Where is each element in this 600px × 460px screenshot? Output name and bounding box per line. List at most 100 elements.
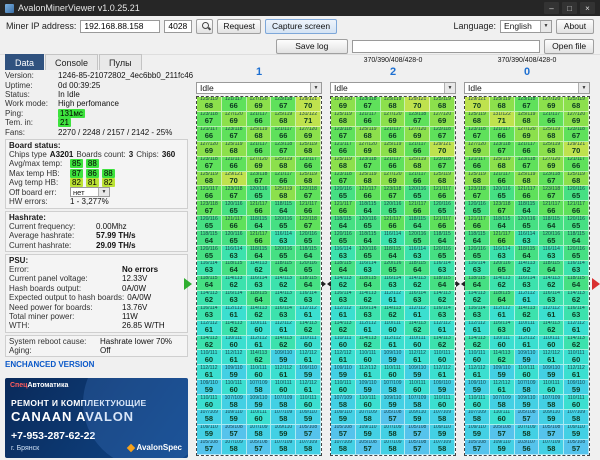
chip-cell[interactable]: 116/11463 — [197, 306, 222, 321]
chip-cell[interactable]: 114/11362 — [222, 276, 247, 291]
chip-cell[interactable]: 114/11362 — [271, 276, 296, 291]
chip-cell[interactable]: 116/11463 — [271, 306, 296, 321]
chip-cell[interactable]: 110/11160 — [430, 395, 455, 410]
chip-cell[interactable]: 112/11261 — [564, 365, 589, 380]
chip-cell[interactable]: 112/11261 — [564, 321, 589, 336]
chip-cell[interactable]: 112/11261 — [296, 306, 321, 321]
chip-cell[interactable]: 109/11059 — [222, 365, 247, 380]
chip-cell[interactable]: 121/11766 — [381, 216, 406, 231]
chip-cell[interactable]: 107/10958 — [222, 395, 247, 410]
chip-cell[interactable]: 116/11463 — [356, 306, 381, 321]
chip-cell[interactable]: 109/11059 — [356, 380, 381, 395]
chip-cell[interactable]: 127/12069 — [331, 97, 356, 112]
chip-cell[interactable]: 118/11564 — [197, 231, 222, 246]
chip-cell[interactable]: 118/11564 — [247, 291, 272, 306]
chip-cell[interactable]: 121/11766 — [222, 216, 247, 231]
chip-cell[interactable]: 107/10958 — [490, 395, 515, 410]
chip-cell[interactable]: 116/11463 — [247, 276, 272, 291]
chip-cell[interactable]: 107/10958 — [271, 440, 296, 455]
chip-cell[interactable]: 109/11059 — [539, 410, 564, 425]
chip-cell[interactable]: 123/11867 — [465, 186, 490, 201]
chip-cell[interactable]: 116/11463 — [405, 291, 430, 306]
chip-cell[interactable]: 114/11362 — [405, 321, 430, 336]
chip-cell[interactable]: 110/11160 — [271, 380, 296, 395]
chip-cell[interactable]: 127/12069 — [381, 172, 406, 187]
tab-console[interactable]: Console — [45, 54, 98, 70]
chip-cell[interactable]: 120/11665 — [564, 186, 589, 201]
chip-cell[interactable]: 121/11766 — [539, 112, 564, 127]
chip-cell[interactable]: 116/11463 — [222, 246, 247, 261]
chip-cell[interactable]: 109/11059 — [490, 365, 515, 380]
chip-cell[interactable]: 105/10857 — [465, 440, 490, 455]
chip-cell[interactable]: 109/11059 — [356, 425, 381, 440]
chip-cell[interactable]: 110/11160 — [247, 410, 272, 425]
chip-cell[interactable]: 116/11463 — [381, 276, 406, 291]
about-button[interactable]: About — [556, 19, 594, 34]
chip-cell[interactable]: 110/11160 — [564, 350, 589, 365]
chip-cell[interactable]: 116/11463 — [356, 261, 381, 276]
chip-cell[interactable]: 105/10857 — [381, 410, 406, 425]
chip-cell[interactable]: 107/10958 — [515, 425, 540, 440]
chip-cell[interactable]: 125/11968 — [539, 127, 564, 142]
chip-cell[interactable]: 121/11766 — [296, 157, 321, 172]
ip-input[interactable] — [80, 20, 160, 33]
chip-cell[interactable]: 109/11059 — [247, 395, 272, 410]
chip-cell[interactable]: 107/10958 — [430, 410, 455, 425]
chip-cell[interactable]: 112/11261 — [331, 306, 356, 321]
chip-cell[interactable]: 109/11059 — [381, 350, 406, 365]
chip-cell[interactable]: 118/11564 — [564, 276, 589, 291]
chip-cell[interactable]: 107/10958 — [381, 380, 406, 395]
chip-cell[interactable]: 121/11766 — [331, 201, 356, 216]
chip-cell[interactable]: 123/11867 — [381, 186, 406, 201]
chip-cell[interactable]: 116/11463 — [515, 276, 540, 291]
chip-cell[interactable]: 107/10958 — [197, 410, 222, 425]
grid-nav-right-icon[interactable] — [322, 281, 326, 287]
chip-cell[interactable]: 121/11766 — [490, 231, 515, 246]
chip-cell[interactable]: 125/11968 — [356, 127, 381, 142]
chip-cell[interactable]: 112/11261 — [381, 291, 406, 306]
chip-cell[interactable]: 127/12069 — [247, 97, 272, 112]
minimize-button[interactable]: – — [544, 2, 559, 14]
board-mode-select[interactable]: Idle ▼ — [196, 82, 322, 94]
chip-cell[interactable]: 120/11665 — [465, 246, 490, 261]
chip-cell[interactable]: 121/11766 — [222, 97, 247, 112]
chip-cell[interactable]: 125/11968 — [490, 157, 515, 172]
board-mode-select[interactable]: Idle ▼ — [464, 82, 590, 94]
chip-cell[interactable]: 121/11766 — [296, 201, 321, 216]
chip-cell[interactable]: 116/11463 — [515, 231, 540, 246]
chip-cell[interactable]: 112/11261 — [430, 321, 455, 336]
chip-cell[interactable]: 121/11766 — [465, 216, 490, 231]
chip-cell[interactable]: 107/10958 — [331, 440, 356, 455]
chip-cell[interactable]: 105/10857 — [356, 440, 381, 455]
chip-cell[interactable]: 129/12170 — [222, 172, 247, 187]
chip-cell[interactable]: 116/11463 — [271, 231, 296, 246]
chip-cell[interactable]: 118/11564 — [490, 291, 515, 306]
chip-cell[interactable]: 125/11968 — [465, 112, 490, 127]
chip-cell[interactable]: 114/11362 — [405, 276, 430, 291]
chip-cell[interactable]: 123/11867 — [197, 157, 222, 172]
chip-cell[interactable]: 123/11867 — [405, 112, 430, 127]
chip-cell[interactable]: 123/11867 — [331, 172, 356, 187]
chip-cell[interactable]: 120/11665 — [515, 216, 540, 231]
chip-cell[interactable]: 121/11766 — [405, 201, 430, 216]
chip-cell[interactable]: 116/11463 — [296, 291, 321, 306]
chip-cell[interactable]: 114/11362 — [381, 306, 406, 321]
language-select[interactable]: English ▼ — [500, 20, 552, 33]
chip-cell[interactable]: 109/11059 — [296, 410, 321, 425]
chip-cell[interactable]: 118/11564 — [381, 246, 406, 261]
chip-cell[interactable]: 107/10958 — [381, 440, 406, 455]
tab-pools[interactable]: Пулы — [99, 54, 142, 70]
chip-cell[interactable]: 120/11665 — [539, 231, 564, 246]
chip-cell[interactable]: 121/11766 — [430, 186, 455, 201]
chip-cell[interactable]: 112/11261 — [539, 350, 564, 365]
chip-cell[interactable]: 129/12170 — [296, 97, 321, 112]
chip-cell[interactable]: 125/11968 — [405, 157, 430, 172]
chip-cell[interactable]: 109/11059 — [197, 425, 222, 440]
chip-cell[interactable]: 110/11160 — [356, 350, 381, 365]
chip-cell[interactable]: 105/10857 — [564, 440, 589, 455]
chip-cell[interactable]: 120/11665 — [247, 186, 272, 201]
open-file-button[interactable]: Open file — [544, 39, 594, 54]
chip-cell[interactable]: 123/11867 — [539, 172, 564, 187]
chip-cell[interactable]: 125/11968 — [356, 172, 381, 187]
chip-cell[interactable]: 125/11968 — [271, 112, 296, 127]
